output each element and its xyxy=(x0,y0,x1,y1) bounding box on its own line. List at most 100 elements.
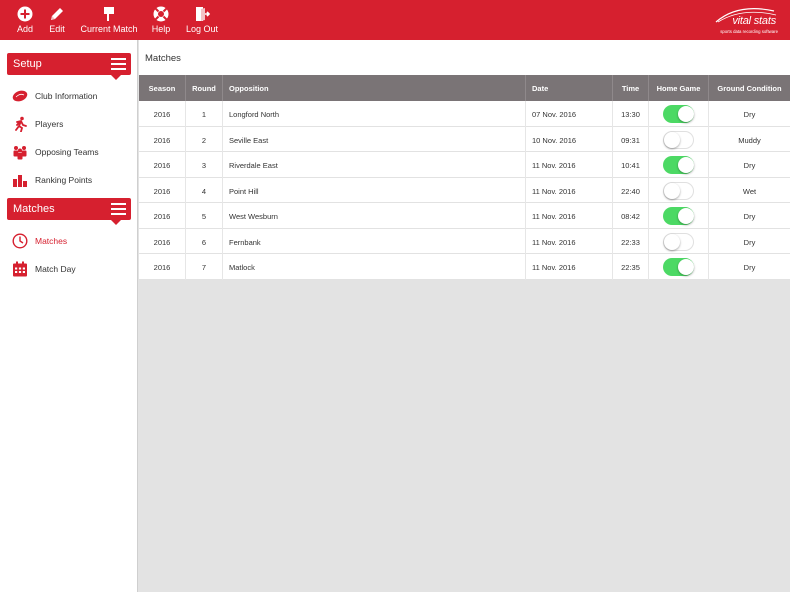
home-game-toggle[interactable] xyxy=(663,130,694,149)
cell-round: 4 xyxy=(186,177,223,203)
home-game-toggle[interactable] xyxy=(663,156,694,174)
toggle-knob xyxy=(677,207,694,224)
calendar-icon xyxy=(13,261,27,277)
cell-home-game xyxy=(649,203,709,229)
table-row[interactable]: 2016 5 West Wesburn 11 Nov. 2016 08:42 Dry xyxy=(139,203,790,229)
help-button[interactable]: Help xyxy=(147,0,175,40)
cell-season: 2016 xyxy=(139,152,186,178)
column-header-opposition[interactable]: Opposition xyxy=(223,75,526,101)
brand-name: vital stats xyxy=(732,15,776,27)
cell-season: 2016 xyxy=(139,254,186,280)
cell-home-game xyxy=(649,152,709,178)
toggle-knob xyxy=(664,182,680,199)
table-row[interactable]: 2016 4 Point Hill 11 Nov. 2016 22:40 Wet xyxy=(139,177,790,203)
cell-round: 1 xyxy=(186,101,223,127)
cell-opposition: Matlock xyxy=(223,254,526,280)
home-game-toggle[interactable] xyxy=(663,207,694,225)
main-header: Matches xyxy=(139,40,790,75)
cell-time: 10:41 xyxy=(613,152,649,178)
cell-time: 22:33 xyxy=(613,228,649,254)
cell-season: 2016 xyxy=(139,203,186,229)
table-row[interactable]: 2016 7 Matlock 11 Nov. 2016 22:35 Dry xyxy=(139,254,790,280)
column-header-time[interactable]: Time xyxy=(613,75,649,101)
cell-ground: Dry xyxy=(743,110,756,119)
cell-home-game xyxy=(649,101,709,127)
sidebar-item-label: Players xyxy=(35,119,64,129)
logout-label: Log Out xyxy=(185,24,219,34)
vital-stats-logo: vital stats sports data recording softwa… xyxy=(708,5,778,35)
cell-season: 2016 xyxy=(139,177,186,203)
pencil-icon xyxy=(51,8,63,20)
edit-button[interactable]: Edit xyxy=(42,0,72,40)
sidebar-item-match-day[interactable]: Match Day xyxy=(8,257,134,281)
cell-round: 3 xyxy=(186,152,223,178)
cell-time: 22:35 xyxy=(613,254,649,280)
main-panel: Matches Season Round Opposition Date Tim… xyxy=(139,40,790,592)
setup-section-header: Setup xyxy=(7,53,131,80)
top-toolbar: Add Edit Current Match Help Log Out vita… xyxy=(0,0,790,40)
cell-ground: Wet xyxy=(742,186,757,196)
door-exit-icon xyxy=(196,7,211,21)
sidebar-item-players[interactable]: Players xyxy=(8,112,134,136)
sidebar-item-label: Opposing Teams xyxy=(35,147,99,157)
cell-date: 07 Nov. 2016 xyxy=(526,101,613,127)
column-header-ground-condition[interactable]: Ground Condition xyxy=(709,75,790,101)
table-row[interactable]: 2016 6 Fernbank 11 Nov. 2016 22:33 Dry xyxy=(139,228,790,254)
home-game-toggle[interactable] xyxy=(663,258,694,276)
home-game-toggle[interactable] xyxy=(663,105,694,123)
table-row[interactable]: 2016 1 Longford North 07 Nov. 2016 13:30 Dry xyxy=(139,101,790,127)
add-button[interactable]: Add xyxy=(9,0,41,40)
plus-circle-icon xyxy=(17,6,33,22)
cell-date: 11 Nov. 2016 xyxy=(526,152,613,178)
cell-round: 5 xyxy=(186,203,223,229)
cell-opposition: West Wesburn xyxy=(223,203,526,229)
cell-opposition: Seville East xyxy=(223,126,526,152)
football-icon xyxy=(12,90,28,102)
cell-ground: Dry xyxy=(743,161,756,170)
cell-time: 08:42 xyxy=(613,203,649,229)
cell-ground: Dry xyxy=(743,237,756,247)
sidebar-item-matches[interactable]: Matches xyxy=(8,229,134,253)
toggle-knob xyxy=(677,105,694,122)
toggle-knob xyxy=(677,156,694,173)
current-match-button[interactable]: Current Match xyxy=(78,0,140,40)
column-header-home-game[interactable]: Home Game xyxy=(649,75,709,101)
sidebar-item-label: Match Day xyxy=(35,264,76,274)
home-game-toggle[interactable] xyxy=(663,232,694,251)
cell-season: 2016 xyxy=(139,101,186,127)
column-header-date[interactable]: Date xyxy=(526,75,613,101)
cell-date: 11 Nov. 2016 xyxy=(526,228,613,254)
cell-ground: Muddy xyxy=(738,135,761,145)
cell-round: 6 xyxy=(186,228,223,254)
column-header-season[interactable]: Season xyxy=(139,75,186,101)
cell-opposition: Riverdale East xyxy=(223,152,526,178)
cell-date: 10 Nov. 2016 xyxy=(526,126,613,152)
toggle-knob xyxy=(664,131,680,148)
column-header-round[interactable]: Round xyxy=(186,75,223,101)
header-notch xyxy=(111,220,121,225)
cell-ground: Dry xyxy=(743,212,756,221)
cell-home-game xyxy=(649,126,709,152)
team-icon xyxy=(13,146,27,160)
table-header: Season Round Opposition Date Time Home G… xyxy=(139,75,790,101)
cell-home-game xyxy=(649,254,709,280)
sidebar-item-ranking-points[interactable]: Ranking Points xyxy=(8,168,134,192)
table-row[interactable]: 2016 3 Riverdale East 11 Nov. 2016 10:41 Dry xyxy=(139,152,790,178)
header-notch xyxy=(111,75,121,80)
cell-season: 2016 xyxy=(139,228,186,254)
table-row[interactable]: 2016 2 Seville East 10 Nov. 2016 09:31 Muddy xyxy=(139,126,790,152)
sidebar-item-label: Ranking Points xyxy=(35,175,93,185)
current-match-label: Current Match xyxy=(80,24,138,34)
cell-opposition: Longford North xyxy=(223,101,526,127)
sidebar-item-club-information[interactable]: Club Information xyxy=(8,84,134,108)
cell-opposition: Point Hill xyxy=(223,177,526,203)
cell-ground: Dry xyxy=(743,263,756,272)
brand-tagline: sports data recording software xyxy=(720,29,778,34)
logout-button[interactable]: Log Out xyxy=(184,0,220,40)
home-game-toggle[interactable] xyxy=(663,181,694,200)
cell-date: 11 Nov. 2016 xyxy=(526,203,613,229)
cell-round: 2 xyxy=(186,126,223,152)
sidebar-item-opposing-teams[interactable]: Opposing Teams xyxy=(8,140,134,164)
setup-menu-icon[interactable] xyxy=(111,56,126,71)
matches-menu-icon[interactable] xyxy=(111,201,126,216)
